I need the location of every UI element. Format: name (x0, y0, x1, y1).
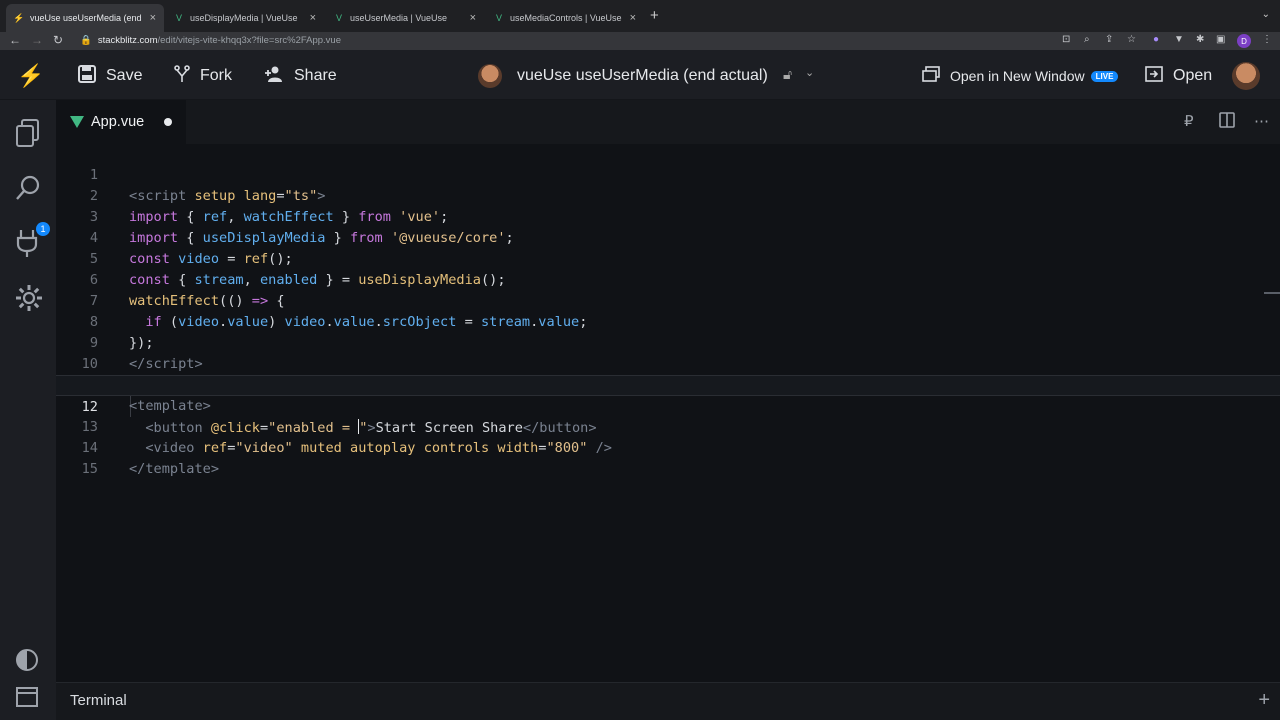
address-bar-row: ← → ↻ 🔒 stackblitz.com/edit/vitejs-vite-k… (0, 32, 1280, 50)
activity-bar: 1 (0, 100, 56, 720)
stackblitz-bolt-icon: ⚡ (13, 12, 25, 23)
code-line: 5 const { stream, enabled } = useDisplay… (56, 228, 1280, 288)
more-actions-icon[interactable]: ⋯ (1254, 112, 1269, 130)
code-line: 4 const video = ref(); (56, 207, 1280, 267)
browser-tab-title: vueUse useUserMedia (end ac (30, 13, 144, 23)
app-header: ⚡ Save Fork Share vueUse useUserMedia (e… (0, 50, 1280, 100)
share-label: Share (294, 67, 337, 84)
tab-app-vue[interactable]: App.vue (56, 100, 186, 144)
search-icon[interactable] (15, 174, 41, 209)
code-line: 9 </script> (56, 312, 1280, 372)
code-line-current: 12 <button @click="enabled = ">Start Scr… (56, 375, 1280, 436)
stackblitz-logo-icon[interactable]: ⚡ (17, 63, 44, 89)
panel-toggle-icon[interactable] (15, 686, 39, 715)
extension-icon[interactable]: ● (1153, 34, 1159, 45)
code-line: 6 watchEffect(() => { (56, 249, 1280, 309)
url-field[interactable]: 🔒 stackblitz.com/edit/vitejs-vite-khqq3x?… (80, 35, 341, 46)
open-button[interactable]: Open (1145, 65, 1212, 87)
browser-tab[interactable]: V useMediaControls | VueUse × (486, 4, 644, 32)
terminal-panel[interactable]: Terminal + (56, 682, 1280, 720)
add-terminal-icon[interactable]: + (1258, 689, 1270, 712)
split-editor-icon[interactable] (1219, 112, 1235, 132)
code-line: 8 }); (56, 291, 1280, 351)
bookmark-star-icon[interactable]: ☆ (1127, 34, 1136, 45)
lock-icon: 🔒 (80, 35, 92, 46)
extensions-badge: 1 (36, 222, 50, 236)
chevron-down-icon[interactable]: ⌄ (1262, 9, 1270, 20)
files-icon[interactable] (15, 118, 41, 155)
profile-avatar[interactable]: D (1237, 34, 1251, 48)
settings-icon[interactable] (15, 284, 43, 319)
live-badge: LIVE (1090, 70, 1119, 82)
vueuse-icon: V (335, 13, 342, 23)
share-button[interactable]: Share (264, 65, 337, 87)
code-line: 3 import { useDisplayMedia } from '@vueu… (56, 186, 1280, 246)
unsaved-dot-icon (164, 118, 172, 126)
code-line: 2 import { ref, watchEffect } from 'vue'… (56, 165, 1280, 225)
unlock-icon[interactable]: 🔓︎ (783, 66, 792, 83)
scrollbar-marker[interactable] (1264, 292, 1280, 294)
open-new-window-label: Open in New Window (950, 68, 1085, 84)
puzzle-icon[interactable]: ✱ (1196, 34, 1204, 45)
zoom-icon[interactable]: ⌕ (1084, 34, 1090, 45)
code-editor[interactable]: 1 <script setup lang="ts"> 2 import { re… (56, 144, 1280, 682)
close-icon[interactable]: × (470, 12, 476, 24)
sidepanel-icon[interactable]: ▣ (1216, 34, 1225, 45)
close-icon[interactable]: × (630, 12, 636, 24)
code-line: 7 if (video.value) video.value.srcObject… (56, 270, 1280, 330)
close-icon[interactable]: × (310, 12, 316, 24)
code-line: 11 <template> (56, 354, 1280, 414)
user-avatar[interactable] (1232, 62, 1260, 90)
vue-devtools-icon[interactable]: ▼ (1174, 34, 1184, 45)
code-text: </template> (129, 461, 220, 477)
forward-icon[interactable]: → (31, 33, 43, 47)
theme-toggle-icon[interactable] (15, 648, 39, 679)
fork-button[interactable]: Fork (174, 64, 232, 88)
code-line: 15 (81, 461, 98, 477)
reload-icon[interactable]: ↻ (53, 33, 63, 47)
browser-tab-title: useMediaControls | VueUse (510, 13, 622, 23)
back-icon[interactable]: ← (9, 33, 21, 47)
editor-tab-bar: App.vue ₽ ⋯ (56, 100, 1280, 144)
add-user-icon (264, 66, 284, 87)
close-icon[interactable]: × (150, 12, 156, 24)
chevron-down-icon[interactable]: ⌄ (805, 66, 814, 79)
install-icon[interactable]: ⊡ (1062, 34, 1070, 45)
browser-tab[interactable]: V useUserMedia | VueUse × (326, 4, 484, 32)
browser-tab-strip: ⚡ vueUse useUserMedia (end ac × V useDis… (0, 0, 1280, 32)
browser-tab-title: useUserMedia | VueUse (350, 13, 448, 23)
fork-icon (174, 64, 190, 88)
owner-avatar (478, 64, 502, 88)
browser-tab-title: useDisplayMedia | VueUse (190, 13, 298, 23)
open-icon (1145, 65, 1163, 87)
open-label: Open (1173, 67, 1213, 84)
new-window-icon (922, 65, 940, 87)
vue-file-icon (70, 116, 84, 128)
code-line: 1 <script setup lang="ts"> (56, 144, 1280, 204)
url-path: /edit/vitejs-vite-khqq3x?file=src%2FApp.… (157, 35, 342, 46)
browser-tab[interactable]: V useDisplayMedia | VueUse × (166, 4, 324, 32)
save-button[interactable]: Save (78, 64, 143, 88)
save-label: Save (106, 67, 143, 84)
menu-kebab-icon[interactable]: ⋮ (1262, 34, 1272, 45)
browser-tab-active[interactable]: ⚡ vueUse useUserMedia (end ac × (6, 4, 164, 32)
terminal-label: Terminal (70, 692, 127, 709)
new-tab-icon[interactable]: + (650, 7, 659, 24)
file-tab-label: App.vue (91, 114, 145, 130)
code-line: 14 </template> (56, 417, 1280, 477)
vueuse-icon: V (175, 13, 182, 23)
floppy-icon (78, 64, 96, 88)
vueuse-icon: V (495, 13, 502, 23)
code-line: 10 (81, 356, 98, 372)
prettier-format-icon[interactable]: ₽ (1184, 112, 1194, 130)
share-icon[interactable]: ⇪ (1105, 34, 1113, 45)
url-host: stackblitz.com (97, 35, 158, 46)
code-line: 13 <video ref="video" muted autoplay con… (56, 396, 1280, 456)
project-title[interactable]: vueUse useUserMedia (end actual) (517, 67, 768, 85)
fork-label: Fork (200, 67, 232, 84)
open-new-window-button[interactable]: Open in New Window LIVE (922, 65, 1119, 87)
